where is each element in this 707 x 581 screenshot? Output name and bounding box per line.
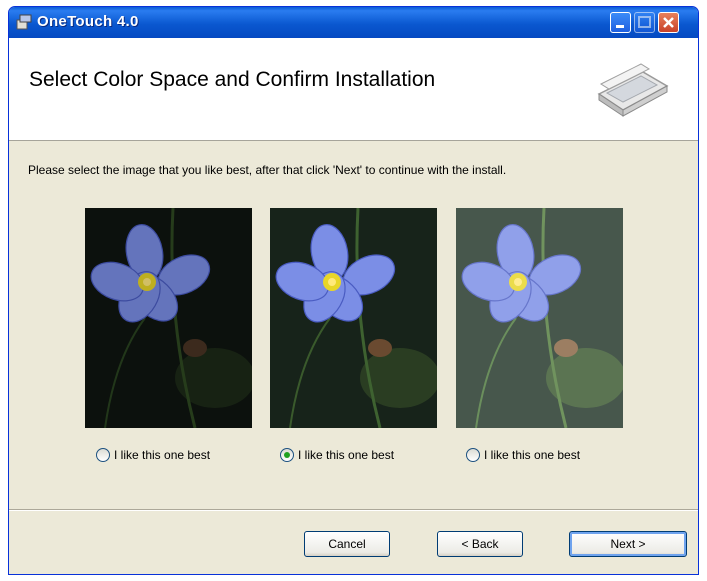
close-button[interactable] <box>658 12 679 33</box>
installer-window: OneTouch 4.0 Select Color Space and Conf… <box>8 6 699 575</box>
dialog-content: Please select the image that you like be… <box>9 141 698 506</box>
next-button[interactable]: Next > <box>569 531 687 557</box>
option-2-label: I like this one best <box>298 448 395 462</box>
footer-divider <box>9 509 698 511</box>
title-bar[interactable]: OneTouch 4.0 <box>9 7 698 38</box>
close-icon <box>663 17 674 28</box>
maximize-button[interactable] <box>634 12 655 33</box>
back-button[interactable]: < Back <box>437 531 523 557</box>
cancel-button[interactable]: Cancel <box>304 531 390 557</box>
flower-photo-2 <box>270 208 437 428</box>
option-1-radio[interactable] <box>96 448 110 462</box>
instructions-text: Please select the image that you like be… <box>28 163 507 177</box>
scanner-icon <box>597 63 669 117</box>
option-2-radio[interactable] <box>280 448 294 462</box>
option-2[interactable]: I like this one best <box>280 446 394 464</box>
dialog-header: Select Color Space and Confirm Installat… <box>9 38 698 141</box>
option-1-label: I like this one best <box>114 448 211 462</box>
option-3[interactable]: I like this one best <box>466 446 580 464</box>
minimize-button[interactable] <box>610 12 631 33</box>
maximize-icon <box>638 16 651 28</box>
flower-photo-3 <box>456 208 623 428</box>
minimize-icon <box>616 25 624 28</box>
option-3-radio[interactable] <box>466 448 480 462</box>
option-1[interactable]: I like this one best <box>96 446 210 464</box>
flower-photo-1 <box>85 208 252 428</box>
window-title: OneTouch 4.0 <box>37 13 139 30</box>
page-title: Select Color Space and Confirm Installat… <box>29 68 436 91</box>
option-3-label: I like this one best <box>484 448 581 462</box>
app-icon <box>16 14 32 30</box>
